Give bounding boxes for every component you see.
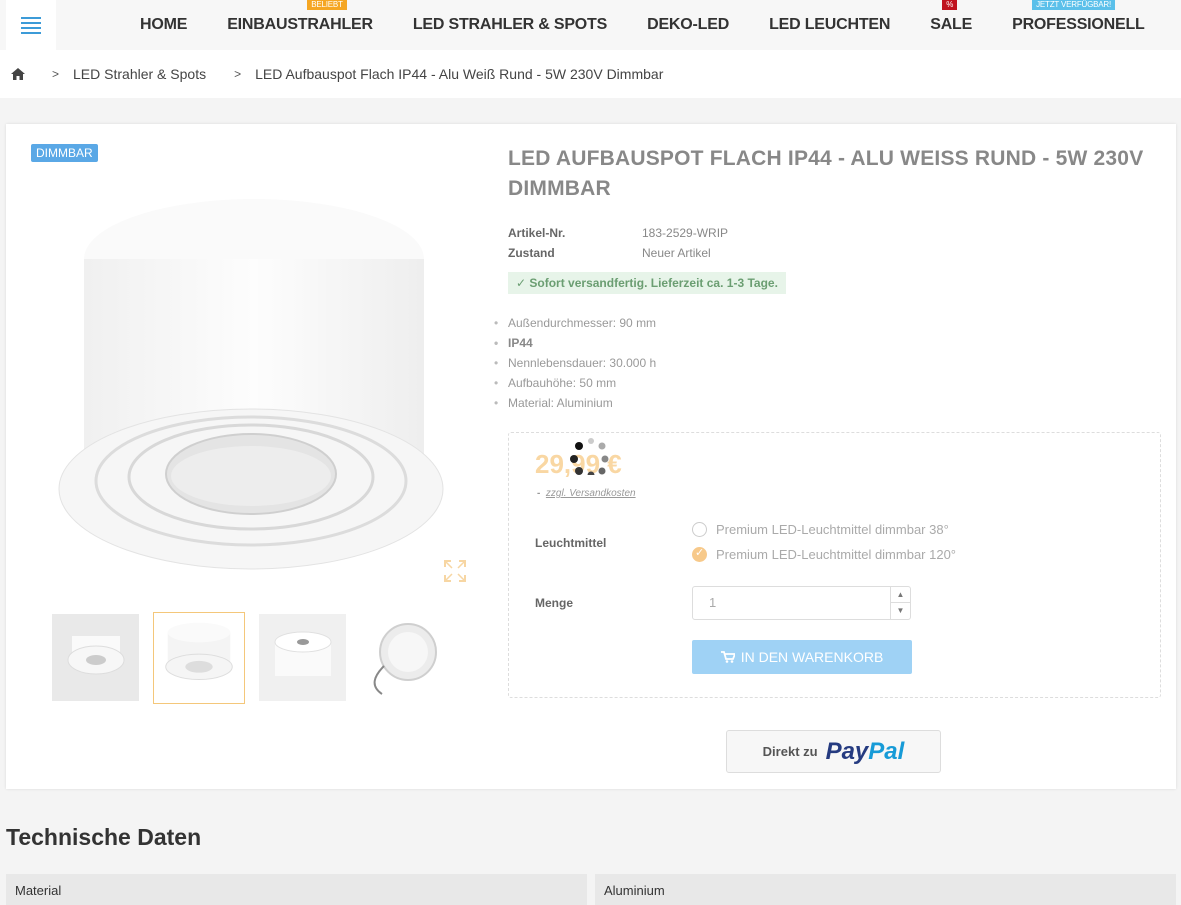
breadcrumb: > LED Strahler & Spots > LED Aufbauspot … [0, 50, 1181, 98]
breadcrumb-item[interactable]: LED Strahler & Spots [73, 66, 206, 82]
top-nav: HOME BELIEBT EINBAUSTRAHLER LED STRAHLER… [0, 0, 1181, 50]
product-image[interactable] [51, 169, 456, 589]
nav-badge: BELIEBT [307, 0, 347, 10]
radio-button[interactable] [692, 522, 707, 537]
list-item: Nennlebensdauer: 30.000 h [494, 353, 656, 373]
quantity-stepper[interactable]: 1 ▲ ▼ [692, 586, 911, 620]
add-to-cart-button[interactable]: IN DEN WARENKORB [692, 640, 912, 674]
shipping-link[interactable]: - zzgl. Versandkosten [537, 488, 636, 499]
nav-item-home[interactable]: HOME [120, 0, 207, 50]
list-item: Material: Aluminium [494, 393, 656, 413]
feature-list: Außendurchmesser: 90 mm IP44 Nennlebensd… [494, 313, 656, 413]
option-38[interactable]: Premium LED-Leuchtmittel dimmbar 38° [692, 522, 949, 537]
thumbnail[interactable] [360, 614, 447, 701]
product-title: LED AUFBAUSPOT FLACH IP44 - ALU WEISS RU… [508, 147, 1144, 200]
nav-item-led-leuchten[interactable]: LED LEUCHTEN [749, 0, 910, 50]
list-item: Außendurchmesser: 90 mm [494, 313, 656, 333]
product-card: DIMMBAR LED AUFBAUSPOT FLACH IP44 - ALU … [6, 124, 1176, 789]
loading-spinner-icon [570, 438, 609, 475]
breadcrumb-item[interactable]: LED Aufbauspot Flach IP44 - Alu Weiß Run… [255, 66, 663, 82]
nav-badge: % [942, 0, 958, 10]
list-item: Aufbauhöhe: 50 mm [494, 373, 656, 393]
nav-items: HOME BELIEBT EINBAUSTRAHLER LED STRAHLER… [120, 0, 1165, 50]
thumbnail[interactable] [52, 614, 139, 701]
option-120[interactable]: Premium LED-Leuchtmittel dimmbar 120° [692, 546, 956, 562]
paypal-button[interactable]: Direkt zu Pay Pal [726, 730, 941, 773]
list-item: IP44 [494, 333, 656, 353]
home-icon[interactable] [11, 68, 25, 80]
chevron-up-icon[interactable]: ▲ [891, 587, 910, 603]
chevron-right-icon: > [234, 67, 242, 81]
stepper-buttons: ▲ ▼ [890, 587, 910, 619]
chevron-down-icon[interactable]: ▼ [891, 603, 910, 619]
table-cell-key: Material [6, 874, 587, 905]
section-title: Technische Daten [6, 824, 202, 850]
zoom-icon[interactable] [444, 560, 466, 582]
table-cell-value: Aluminium [595, 874, 1176, 905]
nav-item-professionell[interactable]: JETZT VERFÜGBAR! PROFESSIONELL [992, 0, 1165, 50]
nav-badge: JETZT VERFÜGBAR! [1032, 0, 1115, 10]
stock-status: ✓ Sofort versandfertig. Lieferzeit ca. 1… [508, 272, 786, 294]
menu-icon[interactable] [6, 0, 56, 50]
buy-box: 29,99 € - zzgl. Versandkosten Leuchtmitt… [508, 432, 1161, 698]
option-label: Leuchtmittel [535, 536, 607, 550]
thumbnail[interactable] [153, 612, 245, 704]
dimmbar-badge: DIMMBAR [31, 144, 98, 162]
radio-button-checked[interactable] [692, 546, 707, 562]
nav-item-deko-led[interactable]: DEKO-LED [627, 0, 749, 50]
thumbnail-strip [52, 612, 447, 704]
quantity-label: Menge [535, 596, 574, 610]
chevron-right-icon: > [52, 67, 60, 81]
cart-icon [720, 651, 735, 663]
nav-item-sale[interactable]: % SALE [910, 0, 992, 50]
thumbnail[interactable] [259, 614, 346, 701]
condition: Zustand Neuer Artikel [508, 246, 711, 260]
article-number: Artikel-Nr. 183-2529-WRIP [508, 226, 729, 240]
check-icon: ✓ [516, 276, 530, 290]
nav-item-einbaustrahler[interactable]: BELIEBT EINBAUSTRAHLER [207, 0, 393, 50]
nav-item-led-strahler[interactable]: LED STRAHLER & SPOTS [393, 0, 627, 50]
paypal-logo: Pay [825, 737, 869, 765]
